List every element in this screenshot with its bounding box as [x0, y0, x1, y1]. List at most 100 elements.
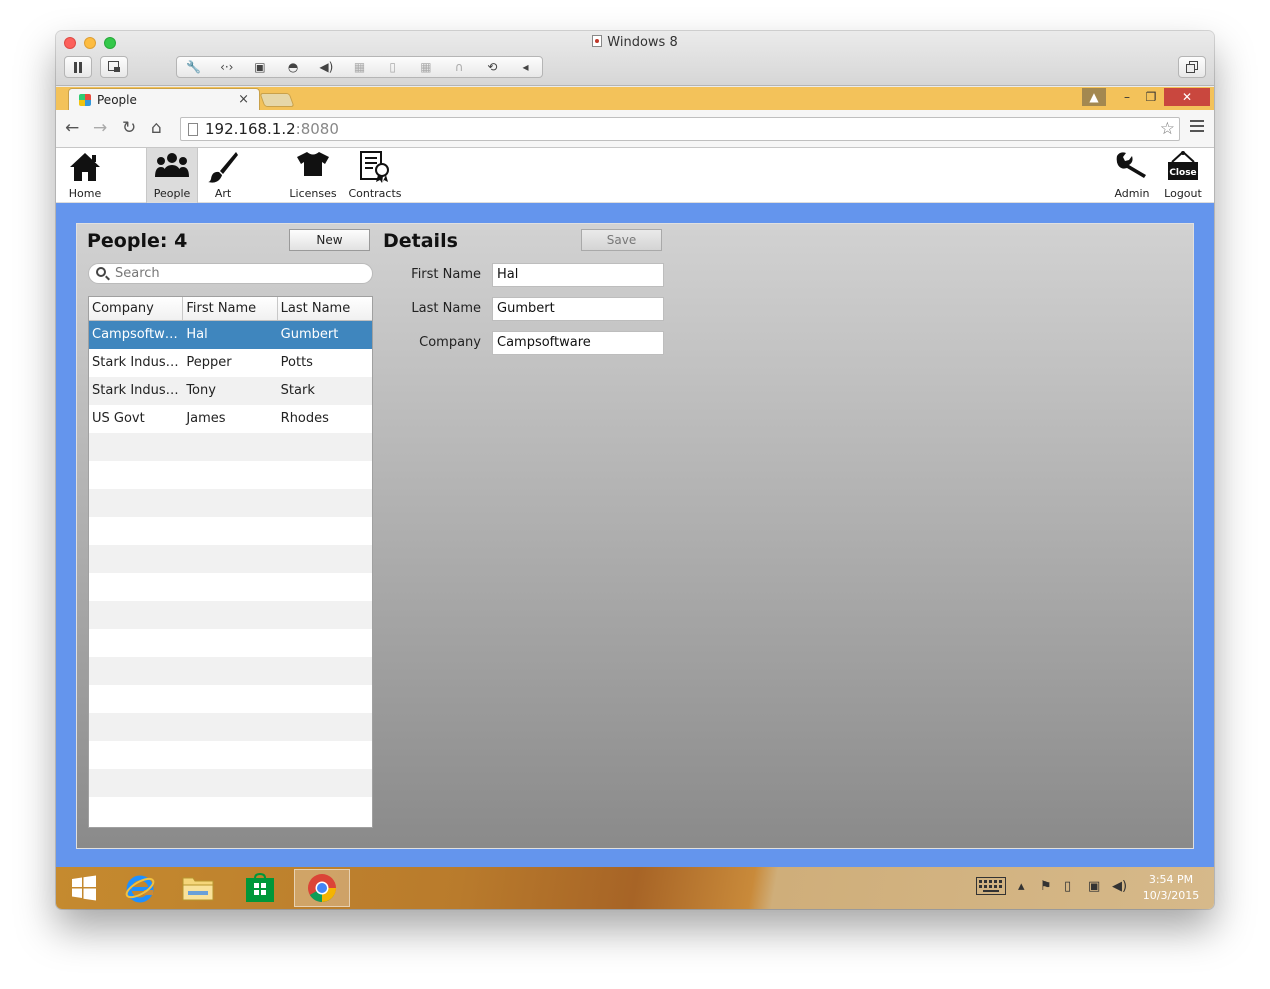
- table-row[interactable]: US Govt James Rhodes: [89, 405, 372, 433]
- table-row-empty: [89, 517, 372, 545]
- taskbar-clock[interactable]: 3:54 PM 10/3/2015: [1136, 872, 1206, 904]
- cell-last-name: Gumbert: [280, 327, 339, 342]
- table-row[interactable]: Stark Industri... Tony Stark: [89, 377, 372, 405]
- people-icon: [155, 153, 189, 177]
- nav-home-label: Home: [68, 187, 102, 200]
- company-field[interactable]: Campsoftware: [492, 331, 664, 355]
- cell-company: Campsoftware: [92, 327, 184, 342]
- profile-icon[interactable]: ▲: [1082, 88, 1106, 106]
- browser-tab-people[interactable]: People ×: [68, 88, 260, 111]
- pause-button[interactable]: [64, 56, 92, 78]
- disk-icon[interactable]: ▣: [243, 60, 276, 74]
- nav-art-label: Art: [214, 187, 232, 200]
- sound-icon[interactable]: ◀): [310, 60, 343, 74]
- column-header-first-name[interactable]: First Name: [183, 297, 278, 320]
- taskbar-chrome[interactable]: [294, 869, 350, 907]
- cell-first-name: James: [186, 411, 226, 426]
- page-icon: [188, 123, 198, 136]
- snapshot-button[interactable]: [100, 56, 128, 78]
- search-input[interactable]: Search: [88, 263, 373, 284]
- settings-wrench-icon[interactable]: 🔧: [177, 60, 210, 74]
- nav-licenses-label: Licenses: [289, 187, 337, 200]
- windows-overlap-icon: [1186, 61, 1198, 73]
- cell-last-name: Stark: [280, 383, 315, 398]
- printer-icon[interactable]: ▦: [409, 60, 442, 74]
- table-row-empty: [89, 713, 372, 741]
- power-icon[interactable]: ▯: [1064, 879, 1071, 894]
- window-mode-button[interactable]: [1178, 56, 1206, 78]
- taskbar-ie[interactable]: [112, 869, 168, 907]
- taskbar-store[interactable]: [232, 869, 288, 907]
- table-header: Company First Name Last Name: [89, 297, 372, 321]
- sync-icon[interactable]: ⟲: [476, 60, 509, 74]
- start-button[interactable]: [56, 869, 112, 907]
- forward-arrow-icon[interactable]: →: [93, 118, 107, 138]
- tshirt-icon: [297, 152, 329, 176]
- nav-logout[interactable]: Close Logout: [1160, 148, 1206, 203]
- nav-home[interactable]: Home: [56, 148, 114, 203]
- mouse-icon[interactable]: ▯: [376, 60, 409, 74]
- volume-icon[interactable]: ◀): [1112, 879, 1127, 894]
- clock-time: 3:54 PM: [1148, 873, 1194, 886]
- browser-tab-title: People: [97, 93, 137, 107]
- lock-icon[interactable]: ◓: [277, 60, 310, 74]
- back-arrow-icon[interactable]: ←: [65, 118, 79, 138]
- vm-window: Windows 8 🔧 ‹·› ▣ ◓ ◀) ▦ ▯ ▦ ∩ ⟲ ◂ Peopl…: [56, 31, 1214, 909]
- last-name-label: Last Name: [411, 301, 481, 316]
- network-tray-icon[interactable]: ▣: [1088, 879, 1100, 894]
- save-button[interactable]: Save: [581, 229, 662, 251]
- favicon-icon: [79, 94, 91, 106]
- first-name-label: First Name: [411, 267, 481, 282]
- collapse-arrow-icon[interactable]: ◂: [509, 60, 542, 74]
- new-tab-button[interactable]: [259, 93, 295, 107]
- nav-logout-label: Logout: [1164, 187, 1202, 200]
- internet-explorer-icon: [125, 875, 155, 903]
- pause-icon: [74, 61, 82, 73]
- table-row[interactable]: Stark Industri... Pepper Potts: [89, 349, 372, 377]
- taskbar-file-explorer[interactable]: [170, 869, 226, 907]
- screen-icon: [107, 61, 120, 72]
- search-placeholder: Search: [115, 266, 160, 281]
- close-browser-icon[interactable]: ✕: [1164, 88, 1210, 106]
- details-title: Details: [383, 230, 458, 252]
- table-row-empty: [89, 545, 372, 573]
- keyboard-icon[interactable]: [976, 877, 1006, 899]
- column-header-last-name[interactable]: Last Name: [278, 297, 372, 320]
- nav-contracts[interactable]: Contracts: [348, 148, 402, 203]
- table-row-empty: [89, 741, 372, 769]
- nav-people[interactable]: People: [146, 148, 198, 203]
- column-header-company[interactable]: Company: [89, 297, 184, 320]
- nav-admin-label: Admin: [1114, 187, 1150, 200]
- cell-first-name: Tony: [186, 383, 216, 398]
- headset-icon[interactable]: ∩: [443, 60, 476, 74]
- close-tab-icon[interactable]: ×: [238, 92, 249, 107]
- table-row-empty: [89, 769, 372, 797]
- reload-icon[interactable]: ↻: [122, 118, 136, 138]
- cell-first-name: Pepper: [186, 355, 232, 370]
- first-name-field[interactable]: Hal: [492, 263, 664, 287]
- cell-last-name: Rhodes: [280, 411, 329, 426]
- store-icon: [246, 873, 274, 902]
- app-body: People: 4 New Details Save Search Compan…: [56, 203, 1214, 867]
- bookmark-star-icon[interactable]: ☆: [1160, 118, 1175, 140]
- table-row-empty: [89, 797, 372, 825]
- last-name-field[interactable]: Gumbert: [492, 297, 664, 321]
- nav-licenses[interactable]: Licenses: [288, 148, 338, 203]
- app-navbar: Home People Art Licenses Contracts Admin…: [56, 148, 1214, 203]
- restore-icon[interactable]: ❐: [1140, 88, 1162, 106]
- nav-admin[interactable]: Admin: [1110, 148, 1154, 203]
- usb-icon[interactable]: ▦: [343, 60, 376, 74]
- table-row[interactable]: Campsoftware Hal Gumbert: [89, 321, 372, 349]
- action-center-flag-icon[interactable]: ⚑: [1040, 879, 1052, 894]
- new-person-button[interactable]: New: [289, 229, 370, 251]
- nav-art[interactable]: Art: [202, 148, 244, 203]
- browser-menu-icon[interactable]: [1190, 120, 1204, 135]
- show-hidden-icons-icon[interactable]: ▴: [1018, 879, 1025, 894]
- browser-home-icon[interactable]: ⌂: [151, 118, 162, 138]
- address-bar[interactable]: 192.168.1.2:8080 ☆: [180, 117, 1180, 141]
- vm-title: Windows 8: [56, 35, 1214, 50]
- network-icon[interactable]: ‹·›: [210, 60, 243, 74]
- table-row-empty: [89, 629, 372, 657]
- table-row-empty: [89, 601, 372, 629]
- minimize-icon[interactable]: –: [1116, 88, 1138, 106]
